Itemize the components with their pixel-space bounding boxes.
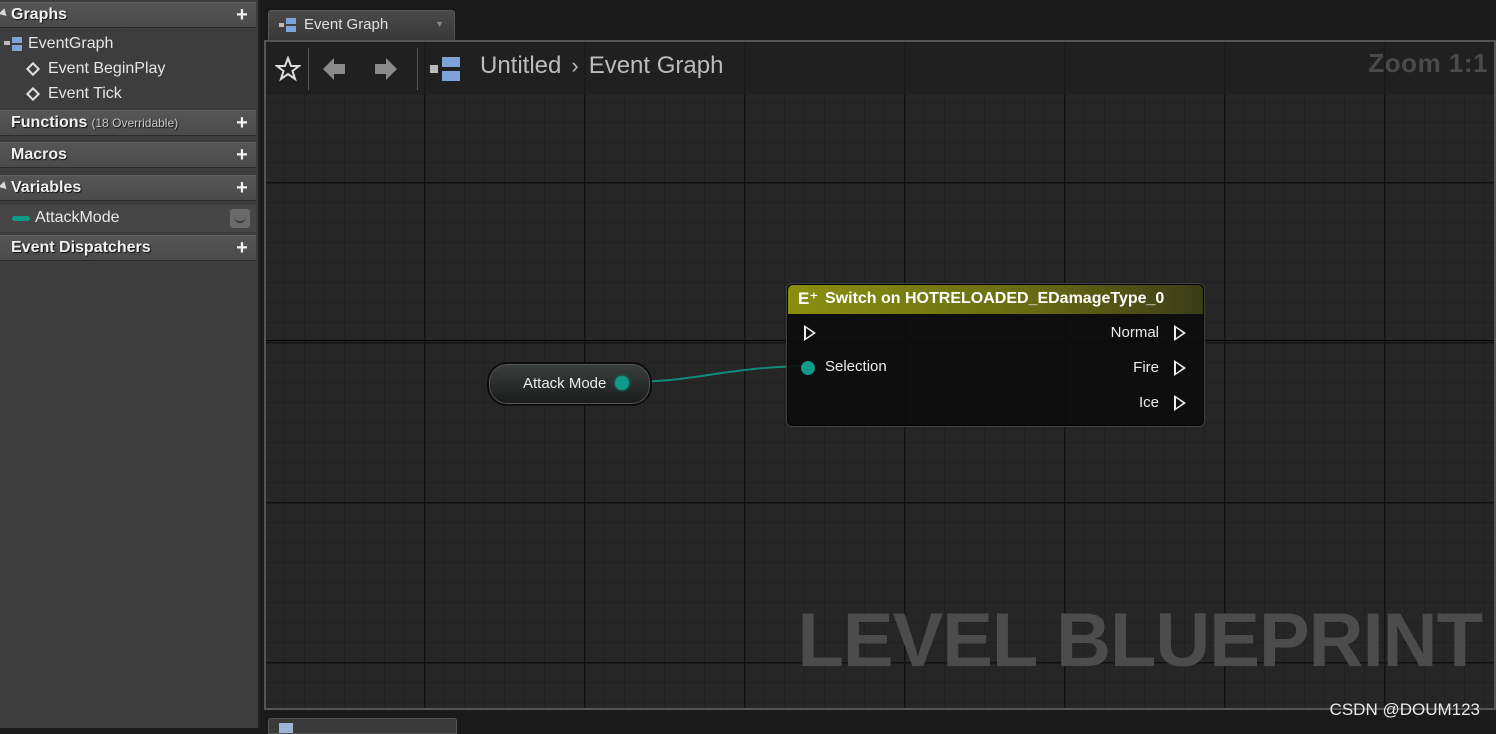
- graph-icon: [279, 18, 296, 32]
- node-header[interactable]: E⁺ Switch on HOTRELOADED_EDamageType_0: [788, 285, 1203, 314]
- enum-output-pin[interactable]: [615, 376, 629, 390]
- functions-header-label: Functions (18 Overridable): [11, 114, 178, 132]
- selection-input-pin[interactable]: [801, 361, 815, 375]
- level-blueprint-watermark: LEVEL BLUEPRINT: [797, 598, 1483, 683]
- variables-section-header[interactable]: Variables +: [0, 175, 256, 201]
- exec-input-pin[interactable]: [804, 325, 816, 341]
- add-function-button[interactable]: +: [234, 113, 250, 133]
- exec-output-pin-ice[interactable]: [1174, 395, 1186, 411]
- variable-type-toggle[interactable]: [230, 209, 250, 228]
- tree-item-event-tick[interactable]: Event Tick: [25, 82, 122, 106]
- source-credit: CSDN @DOUM123: [1329, 700, 1480, 719]
- bottom-panel-tab[interactable]: [268, 718, 457, 734]
- output-label-ice: Ice: [1138, 394, 1159, 411]
- event-dispatchers-section-header[interactable]: Event Dispatchers +: [0, 235, 256, 261]
- functions-overridable-count: (18 Overridable): [91, 116, 179, 130]
- graphs-header-label: Graphs: [0, 6, 67, 24]
- my-blueprint-panel: Graphs + EventGraph Event BeginPlay Even…: [0, 0, 260, 728]
- output-label-normal: Normal: [1110, 324, 1159, 341]
- graph-icon: [4, 37, 24, 51]
- dispatchers-header-label: Event Dispatchers: [11, 239, 151, 256]
- tree-item-eventgraph[interactable]: EventGraph: [4, 32, 113, 56]
- exec-output-pin-fire[interactable]: [1174, 360, 1186, 376]
- macros-section-header[interactable]: Macros +: [0, 142, 256, 168]
- event-diamond-icon: [25, 86, 41, 102]
- tree-item-label: Event BeginPlay: [48, 60, 166, 77]
- macros-header-label: Macros: [11, 146, 68, 163]
- selection-label: Selection: [825, 358, 887, 375]
- output-label-fire: Fire: [1133, 359, 1159, 376]
- functions-section-header[interactable]: Functions (18 Overridable) +: [0, 110, 256, 136]
- tab-label: Event Graph: [304, 16, 389, 33]
- add-macro-button[interactable]: +: [234, 145, 250, 165]
- event-diamond-icon: [25, 61, 41, 77]
- variable-name: AttackMode: [35, 209, 120, 226]
- switch-icon: E⁺: [798, 289, 819, 308]
- variable-row-attackmode[interactable]: AttackMode: [0, 205, 256, 232]
- node-title: Switch on HOTRELOADED_EDamageType_0: [825, 290, 1165, 307]
- variables-header-label: Variables: [0, 179, 81, 197]
- exec-output-pin-normal[interactable]: [1174, 325, 1186, 341]
- add-graph-button[interactable]: +: [234, 5, 250, 25]
- tree-item-event-beginplay[interactable]: Event BeginPlay: [25, 57, 166, 81]
- functions-label: Functions: [11, 114, 88, 131]
- attack-mode-getter-node[interactable]: Attack Mode: [487, 362, 652, 406]
- graph-canvas[interactable]: Untitled › Event Graph Zoom 1:1 Attack M…: [264, 40, 1496, 710]
- tab-event-graph[interactable]: Event Graph ▼: [268, 10, 455, 40]
- enum-variable-icon: [12, 216, 30, 221]
- switch-on-enum-node[interactable]: E⁺ Switch on HOTRELOADED_EDamageType_0 S…: [787, 284, 1204, 426]
- graphs-section-header[interactable]: Graphs +: [0, 2, 256, 28]
- add-event-dispatcher-button[interactable]: +: [234, 238, 250, 258]
- tab-close-icon[interactable]: ▼: [435, 19, 444, 29]
- tree-item-label: EventGraph: [28, 35, 114, 52]
- node-label: Attack Mode: [523, 375, 607, 392]
- tree-item-label: Event Tick: [48, 85, 122, 102]
- add-variable-button[interactable]: +: [234, 178, 250, 198]
- enum-wire[interactable]: [627, 365, 808, 383]
- document-icon: [279, 723, 293, 733]
